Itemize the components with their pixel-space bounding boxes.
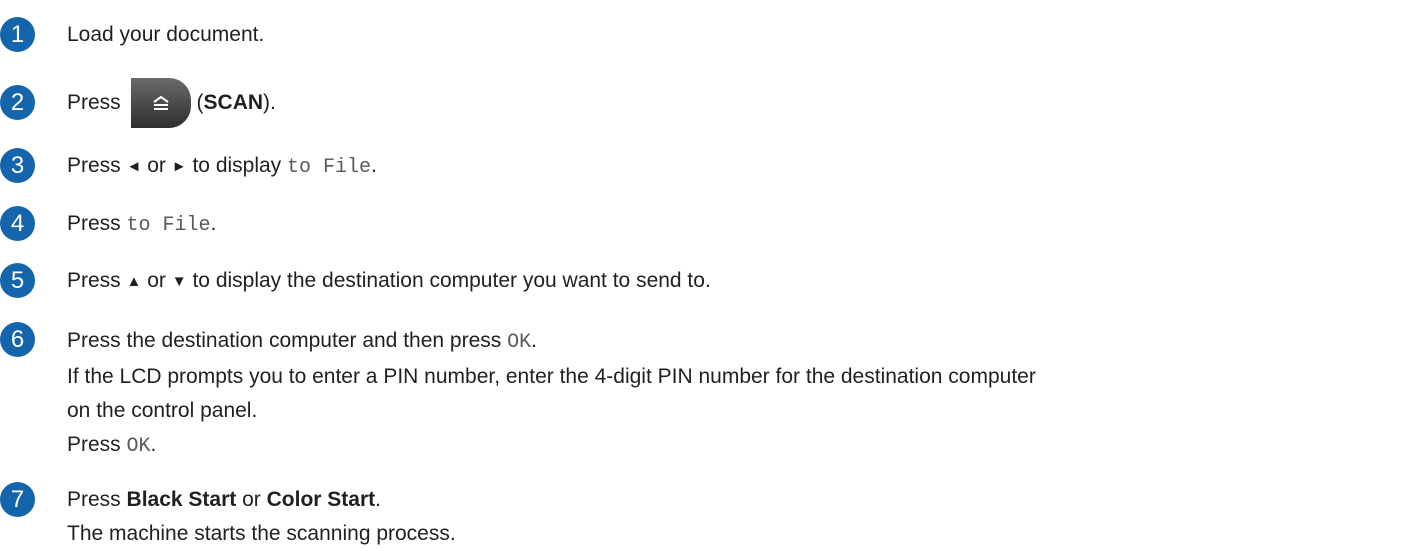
press-label: Press xyxy=(67,212,121,235)
left-arrow-icon: ◄ xyxy=(126,158,142,175)
step-6-line-2: If the LCD prompts you to enter a PIN nu… xyxy=(67,365,1036,388)
press-label: Press xyxy=(67,91,121,114)
lcd-option-to-file: to File xyxy=(126,214,211,237)
step-6-line-4: Press OK. xyxy=(67,428,1036,464)
step-6-line-3: on the control panel. xyxy=(67,399,258,422)
step-5-text: to display the destination computer you … xyxy=(192,269,711,292)
step-7-line-1: Press Black Start or Color Start. xyxy=(67,483,456,517)
step-number-badge: 7 xyxy=(0,482,35,517)
up-arrow-icon: ▲ xyxy=(126,273,142,290)
step-number-badge: 2 xyxy=(0,85,35,120)
period: . xyxy=(210,212,217,235)
black-start-key-label: Black Start xyxy=(126,488,237,511)
period: . xyxy=(371,154,377,177)
step-7-line-2: The machine starts the scanning process. xyxy=(67,522,456,545)
step-6-line-1-text: Press the destination computer and then … xyxy=(67,329,502,352)
or-label: or xyxy=(147,269,166,292)
lcd-option-to-file: to File xyxy=(287,156,372,179)
lcd-option-ok: OK xyxy=(507,331,532,354)
right-arrow-icon: ► xyxy=(171,158,187,175)
step-text: Press (SCAN). xyxy=(67,78,276,129)
step-text: Press ▲ or ▼ to display the destination … xyxy=(67,264,711,299)
down-arrow-icon: ▼ xyxy=(171,273,187,290)
step-number-badge: 1 xyxy=(0,17,35,52)
step-text: Press to File. xyxy=(67,207,216,243)
step-number-badge: 4 xyxy=(0,206,35,241)
scan-key-label: SCAN xyxy=(203,91,264,114)
step-text: Press Black Start or Color Start. The ma… xyxy=(67,483,456,551)
press-label: Press xyxy=(67,433,121,456)
color-start-key-label: Color Start xyxy=(266,488,376,511)
scan-close-paren: ). xyxy=(263,91,276,114)
step-number-badge: 3 xyxy=(0,148,35,183)
press-label: Press xyxy=(67,488,121,511)
lcd-option-ok: OK xyxy=(126,435,151,458)
step-number-badge: 5 xyxy=(0,263,35,298)
step-number-badge: 6 xyxy=(0,322,35,357)
scan-key-icon xyxy=(130,78,191,129)
to-display-label: to display xyxy=(192,154,282,177)
period: . xyxy=(375,488,381,511)
step-1-text: Load your document. xyxy=(67,23,265,46)
period: . xyxy=(531,329,537,352)
scan-open-paren: ( xyxy=(196,91,204,114)
step-6-line-1: Press the destination computer and then … xyxy=(67,324,1036,360)
period: . xyxy=(150,433,157,456)
or-label: or xyxy=(242,488,261,511)
step-text: Press ◄ or ► to display to File. xyxy=(67,149,377,185)
step-text: Press the destination computer and then … xyxy=(67,324,1036,464)
press-label: Press xyxy=(67,154,121,177)
or-label: or xyxy=(147,154,166,177)
press-label: Press xyxy=(67,269,121,292)
step-text: Load your document. xyxy=(67,18,264,52)
